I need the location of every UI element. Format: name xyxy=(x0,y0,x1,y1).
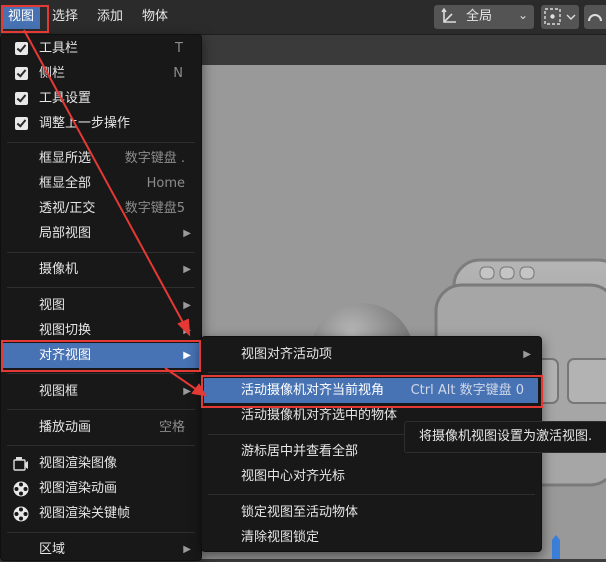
checkbox-checked-icon[interactable] xyxy=(15,117,28,130)
menu-separator xyxy=(7,287,195,288)
menu-separator xyxy=(7,252,195,253)
menu-item-cameras[interactable]: 摄像机 ▶ xyxy=(1,257,201,282)
menu-item-center-view-to-cursor[interactable]: 视图中心对齐光标 xyxy=(202,464,541,489)
menu-item-lock-view-to-active[interactable]: 锁定视图至活动物体 xyxy=(202,500,541,525)
chevron-down-icon: ⌄ xyxy=(517,8,528,22)
menu-item-label: 锁定视图至活动物体 xyxy=(241,505,359,520)
menu-separator xyxy=(208,372,535,373)
menu-item-shortcut: 数字键盘 . xyxy=(124,151,185,166)
menu-item-label: 局部视图 xyxy=(39,226,92,241)
menu-item-label: 摄像机 xyxy=(39,262,79,277)
menu-separator xyxy=(7,142,195,143)
menu-item-shortcut: T xyxy=(175,41,183,56)
menu-item-viewport-render-keyframes[interactable]: 视图渲染关键帧 xyxy=(1,501,201,526)
menu-item-label: 视图 xyxy=(39,298,66,313)
checkbox-checked-icon[interactable] xyxy=(15,67,28,80)
menu-item-label: 调整上一步操作 xyxy=(39,116,131,131)
menu-item-shortcut: Home xyxy=(146,176,185,191)
header-bar: 视图 选择 添加 物体 全局 ⌄ xyxy=(0,0,606,35)
view-menu: 工具栏 T 侧栏 N 工具设置 调整上一步操作 框显所选 数字键盘 . 框显全部… xyxy=(0,34,202,561)
menu-select[interactable]: 选择 xyxy=(46,5,84,29)
axis-orientation-icon xyxy=(441,8,456,23)
menu-item-label: 透视/正交 xyxy=(39,201,96,216)
menu-object[interactable]: 物体 xyxy=(136,5,174,29)
viewport-header-strip xyxy=(200,35,606,65)
menu-item-align-view-to-active[interactable]: 视图对齐活动项 ▶ xyxy=(202,342,541,367)
pivot-point-button[interactable] xyxy=(541,5,579,29)
menu-item-shortcut: 空格 xyxy=(158,420,185,435)
menu-item-label: 视图中心对齐光标 xyxy=(241,469,346,484)
menu-item-viewport-render-image[interactable]: 视图渲染图像 xyxy=(1,451,201,476)
menu-item-play-animation[interactable]: 播放动画 空格 xyxy=(1,415,201,440)
submenu-arrow-icon: ▶ xyxy=(183,386,191,397)
submenu-arrow-icon: ▶ xyxy=(183,544,191,555)
checkbox-checked-icon[interactable] xyxy=(15,42,28,55)
menu-item-sidebar[interactable]: 侧栏 N xyxy=(1,61,201,86)
render-image-icon xyxy=(13,457,28,471)
menu-item-label: 工具设置 xyxy=(39,91,92,106)
tooltip: 将摄像机视图设置为激活视图. xyxy=(404,421,606,453)
menu-separator xyxy=(7,445,195,446)
menu-item-label: 视图渲染图像 xyxy=(39,456,118,471)
menu-item-label: 播放动画 xyxy=(39,420,92,435)
menu-item-label: 清除视图锁定 xyxy=(241,530,320,545)
menu-item-label: 区域 xyxy=(39,542,66,557)
menu-item-label: 框显全部 xyxy=(39,176,92,191)
menu-item-area[interactable]: 区域 ▶ xyxy=(1,537,201,562)
menu-add[interactable]: 添加 xyxy=(91,5,129,29)
menu-item-label: 工具栏 xyxy=(39,41,79,56)
menu-item-shortcut: N xyxy=(173,66,183,81)
snap-icon xyxy=(588,14,602,22)
menu-item-tool-settings[interactable]: 工具设置 xyxy=(1,86,201,111)
menu-item-label: 视图对齐活动项 xyxy=(241,347,333,362)
submenu-arrow-icon: ▶ xyxy=(183,264,191,275)
film-reel-icon xyxy=(13,481,29,497)
menu-item-viewport-render-animation[interactable]: 视图渲染动画 xyxy=(1,476,201,501)
tooltip-text: 将摄像机视图设置为激活视图. xyxy=(419,429,593,444)
menu-item-label: 视图渲染动画 xyxy=(39,481,118,496)
snap-toggle-button[interactable] xyxy=(584,5,606,29)
menu-item-frame-selected[interactable]: 框显所选 数字键盘 . xyxy=(1,146,201,171)
pivot-point-icon xyxy=(544,8,576,25)
transform-orientation-label: 全局 xyxy=(466,9,493,24)
menu-item-label: 框显所选 xyxy=(39,151,92,166)
menu-separator xyxy=(7,532,195,533)
menu-item-local-view[interactable]: 局部视图 ▶ xyxy=(1,221,201,246)
menu-item-label: 视图框 xyxy=(39,384,79,399)
menu-item-adjust-last-operation[interactable]: 调整上一步操作 xyxy=(1,111,201,136)
submenu-arrow-icon: ▶ xyxy=(523,349,531,360)
film-reel-icon xyxy=(13,506,29,522)
menu-item-frame-all[interactable]: 框显全部 Home xyxy=(1,171,201,196)
menu-item-clear-view-lock[interactable]: 清除视图锁定 xyxy=(202,525,541,550)
menu-item-shortcut: 数字键盘5 xyxy=(124,201,185,216)
menu-item-label: 游标居中并查看全部 xyxy=(241,444,359,459)
menu-item-perspective-ortho[interactable]: 透视/正交 数字键盘5 xyxy=(1,196,201,221)
submenu-arrow-icon: ▶ xyxy=(183,300,191,311)
annotation-box-align-view xyxy=(1,340,201,372)
menu-item-toolbar[interactable]: 工具栏 T xyxy=(1,36,201,61)
transform-orientation-dropdown[interactable]: 全局 ⌄ xyxy=(434,5,534,29)
menu-item-viewpoint[interactable]: 视图 ▶ xyxy=(1,293,201,318)
annotation-box-align-camera xyxy=(201,375,543,408)
menu-separator xyxy=(7,373,195,374)
menu-item-label: 侧栏 xyxy=(39,66,66,81)
menu-item-view-regions[interactable]: 视图框 ▶ xyxy=(1,379,201,404)
annotation-box-view-menu xyxy=(1,5,49,33)
menu-separator xyxy=(7,409,195,410)
checkbox-checked-icon[interactable] xyxy=(15,92,28,105)
submenu-arrow-icon: ▶ xyxy=(183,228,191,239)
menu-separator xyxy=(208,494,535,495)
menu-item-label: 视图渲染关键帧 xyxy=(39,506,131,521)
